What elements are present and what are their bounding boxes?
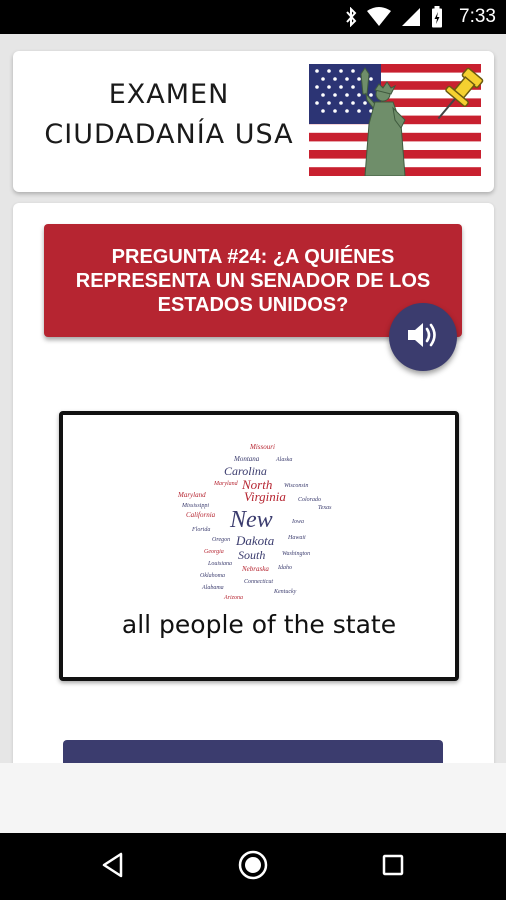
- svg-text:Louisiana: Louisiana: [207, 561, 232, 567]
- svg-text:Montana: Montana: [233, 455, 260, 463]
- svg-text:Wisconsin: Wisconsin: [284, 483, 308, 489]
- answer-card: Missouri Alaska Montana Carolina Marylan…: [59, 411, 459, 681]
- speaker-icon: [406, 320, 440, 355]
- svg-text:Florida: Florida: [191, 527, 210, 533]
- status-bar: 7:33: [0, 0, 506, 34]
- svg-text:Hawaii: Hawaii: [287, 535, 306, 541]
- us-states-word-cloud: Missouri Alaska Montana Carolina Marylan…: [177, 443, 332, 601]
- svg-text:Arizona: Arizona: [223, 595, 243, 601]
- bluetooth-icon: [345, 7, 357, 27]
- app-title-line-2: CIUDADANÍA USA: [44, 119, 294, 150]
- recents-icon: [381, 853, 405, 882]
- wifi-icon: [367, 7, 392, 27]
- svg-text:Oregon: Oregon: [212, 537, 230, 543]
- nav-recents-button[interactable]: [373, 847, 413, 887]
- app-header: EXAMEN CIUDADANÍA USA: [13, 51, 494, 192]
- svg-text:Alabama: Alabama: [201, 585, 224, 591]
- svg-text:Maryland: Maryland: [213, 481, 239, 487]
- app-title-line-1: EXAMEN: [108, 79, 230, 110]
- status-time: 7:33: [459, 6, 496, 27]
- svg-text:Idaho: Idaho: [277, 565, 292, 571]
- svg-text:South: South: [238, 548, 265, 562]
- bottom-panel: [0, 763, 506, 833]
- svg-text:Missouri: Missouri: [249, 443, 275, 451]
- question-card: PREGUNTA #24: ¿A QUIÉNES REPRESENTA UN S…: [13, 203, 494, 803]
- back-icon: [101, 852, 125, 883]
- svg-text:California: California: [186, 511, 216, 519]
- play-audio-button[interactable]: [389, 303, 457, 371]
- answer-text: all people of the state: [121, 610, 397, 639]
- svg-text:New: New: [229, 507, 273, 533]
- svg-text:Oklahoma: Oklahoma: [200, 573, 225, 579]
- battery-icon: [431, 6, 443, 28]
- svg-text:Virginia: Virginia: [244, 489, 286, 504]
- svg-text:Mississippi: Mississippi: [181, 503, 209, 509]
- nav-home-button[interactable]: [233, 847, 273, 887]
- svg-text:Colorado: Colorado: [298, 497, 321, 503]
- app-title: EXAMEN CIUDADANÍA USA: [13, 75, 325, 155]
- svg-text:Kentucky: Kentucky: [273, 589, 297, 595]
- home-icon: [237, 849, 269, 886]
- svg-text:Dakota: Dakota: [235, 533, 275, 548]
- svg-text:Nebraska: Nebraska: [241, 565, 269, 573]
- signal-icon: [401, 7, 421, 27]
- svg-text:Texas: Texas: [318, 505, 332, 511]
- svg-text:Maryland: Maryland: [177, 491, 206, 499]
- svg-text:Washington: Washington: [282, 551, 310, 557]
- svg-text:Georgia: Georgia: [204, 549, 224, 555]
- svg-text:Iowa: Iowa: [291, 519, 304, 525]
- navigation-bar: [0, 833, 506, 900]
- svg-text:Carolina: Carolina: [224, 464, 267, 478]
- svg-text:Alaska: Alaska: [275, 457, 292, 463]
- svg-text:Connecticut: Connecticut: [244, 579, 273, 585]
- question-text: PREGUNTA #24: ¿A QUIÉNES REPRESENTA UN S…: [75, 245, 431, 316]
- us-flag-logo: [309, 64, 484, 176]
- nav-back-button[interactable]: [93, 847, 133, 887]
